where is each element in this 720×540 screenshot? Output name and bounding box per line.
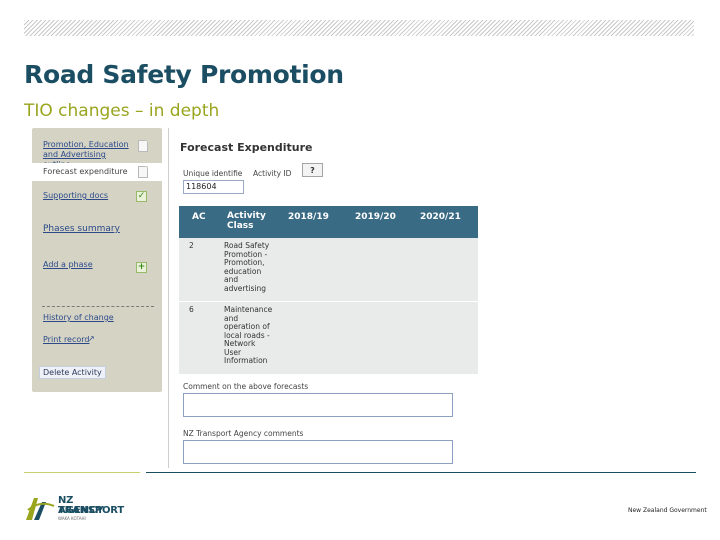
- cell-line: advertising: [224, 283, 267, 293]
- cell-activity-class: Road Safety Promotion - Promotion, educa…: [224, 241, 269, 293]
- footer-line: [146, 472, 696, 473]
- cell-activity-class: Maintenance and operation of local roads…: [224, 305, 272, 366]
- header-2019-20: 2019/20: [355, 212, 396, 222]
- table-row: 6 Maintenance and operation of local roa…: [179, 302, 478, 374]
- sidebar-item-label[interactable]: History of change: [43, 313, 114, 323]
- sidebar-divider: [42, 306, 154, 307]
- sidebar-item-label[interactable]: Supporting docs: [43, 191, 108, 201]
- forecast-table: AC Activity Class 2018/19 2019/20 2020/2…: [179, 206, 478, 374]
- sidebar-item-forecast-expenditure[interactable]: Forecast expenditure: [32, 163, 162, 181]
- cell-ac: 6: [189, 305, 194, 314]
- comment-label: Comment on the above forecasts: [183, 382, 309, 391]
- table-header: AC Activity Class 2018/19 2019/20 2020/2…: [179, 206, 478, 238]
- sidebar-item-phases-summary[interactable]: Phases summary: [32, 222, 162, 238]
- content-divider: [168, 128, 169, 468]
- comment-textarea[interactable]: [183, 393, 453, 417]
- green-plus-icon: +: [136, 262, 147, 273]
- nz-government-logo: New Zealand Government: [628, 507, 707, 514]
- nzta-logo: NZ TRANSPORT AGENCY WAKA KOTAHI: [24, 496, 134, 524]
- sidebar-item-supporting-docs[interactable]: Supporting docs ✓: [32, 188, 162, 204]
- sidebar-item-label[interactable]: Print record: [43, 335, 90, 345]
- green-check-icon: ✓: [136, 191, 147, 202]
- footer-accent-line: [24, 472, 140, 473]
- sidebar-item-add-phase[interactable]: Add a phase +: [32, 258, 162, 274]
- sidebar-item-print-record[interactable]: Print record ↗: [32, 334, 162, 348]
- form-title: Forecast Expenditure: [180, 141, 313, 154]
- external-link-icon: ↗: [88, 334, 95, 343]
- sidebar-item-label[interactable]: Forecast expenditure: [43, 167, 128, 177]
- document-icon: [138, 166, 148, 178]
- sidebar-item-label[interactable]: Add a phase: [43, 260, 93, 270]
- delete-activity-button[interactable]: Delete Activity: [39, 366, 106, 379]
- cell-ac: 2: [189, 241, 194, 250]
- unique-id-label: Unique identifie: [183, 169, 243, 178]
- nzta-comment-textarea[interactable]: [183, 440, 453, 464]
- sidebar-item-outline[interactable]: Promotion, Education and Advertising out…: [32, 138, 162, 169]
- header-2020-21: 2020/21: [420, 212, 461, 222]
- document-icon: [138, 140, 148, 152]
- header-2018-19: 2018/19: [288, 212, 329, 222]
- slide-subtitle: TIO changes – in depth: [24, 101, 220, 121]
- activity-id-label: Activity ID: [253, 169, 292, 178]
- help-button[interactable]: ?: [302, 163, 323, 177]
- logo-subtext: WAKA KOTAHI: [58, 516, 86, 521]
- unique-id-input[interactable]: 118604: [183, 180, 244, 194]
- nzta-comment-label: NZ Transport Agency comments: [183, 429, 304, 438]
- table-row: 2 Road Safety Promotion - Promotion, edu…: [179, 238, 478, 301]
- cell-line: Information: [224, 356, 268, 365]
- logo-text-line2: AGENCY: [58, 505, 104, 516]
- slide-title: Road Safety Promotion: [24, 60, 344, 89]
- sidebar-item-history[interactable]: History of change: [32, 312, 162, 326]
- nzta-logo-mark-icon: [26, 498, 55, 520]
- header-ac: AC: [192, 212, 206, 222]
- sidebar-nav: Promotion, Education and Advertising out…: [32, 128, 162, 392]
- header-activity-class: Activity Class: [227, 211, 266, 231]
- sidebar-item-label[interactable]: Phases summary: [43, 224, 120, 234]
- header-hatch-band: [24, 20, 694, 36]
